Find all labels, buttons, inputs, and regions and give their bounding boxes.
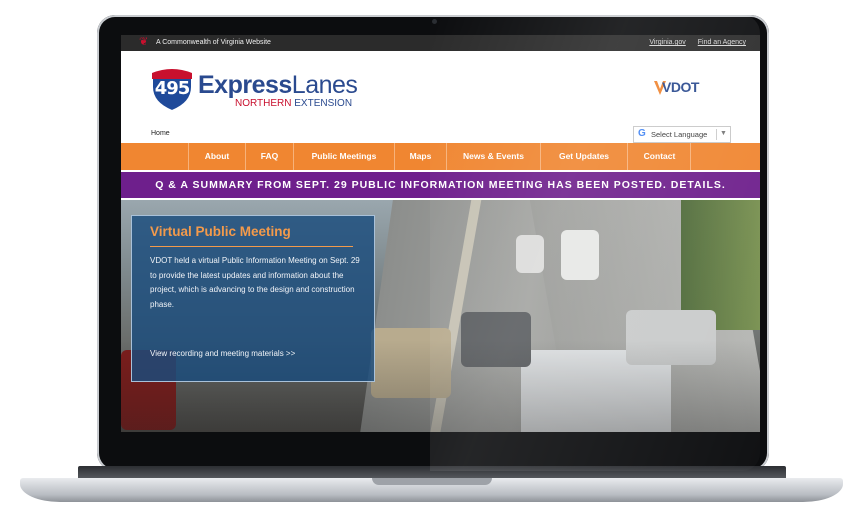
dropdown-arrow-icon: ▼ — [720, 130, 727, 137]
shield-number: 495 — [154, 78, 191, 99]
language-select[interactable]: G Select Language ▼ — [633, 126, 731, 143]
title-divider — [150, 246, 353, 247]
meeting-title[interactable]: Virtual Public Meeting — [150, 224, 291, 239]
commonwealth-bar: ❦ A Commonwealth of Virginia Website Vir… — [121, 35, 760, 51]
meeting-info-box: Virtual Public Meeting VDOT held a virtu… — [131, 215, 375, 382]
google-icon: G — [638, 128, 646, 139]
nav-divider — [690, 143, 691, 170]
site-logo[interactable]: 495 ExpressLanes NORTHERN EXTENSION — [148, 65, 358, 113]
truck-image — [516, 235, 544, 273]
virginia-gov-link[interactable]: Virginia.gov — [649, 39, 685, 46]
announcement-banner[interactable]: Q & A SUMMARY FROM SEPT. 29 PUBLIC INFOR… — [121, 172, 760, 198]
commonwealth-text: A Commonwealth of Virginia Website — [156, 39, 271, 46]
breadcrumb-home[interactable]: Home — [151, 130, 170, 137]
find-agency-link[interactable]: Find an Agency — [698, 39, 746, 46]
meeting-materials-link[interactable]: View recording and meeting materials >> — [150, 349, 295, 358]
virginia-cardinal-icon: ❦ — [139, 36, 149, 48]
language-divider — [716, 129, 717, 140]
nav-faq[interactable]: FAQ — [245, 143, 293, 170]
gov-links: Virginia.gov Find an Agency — [639, 39, 746, 46]
vdot-text: VDOT — [662, 79, 699, 95]
brand-subtitle: NORTHERN EXTENSION — [235, 98, 353, 109]
laptop-notch — [372, 478, 492, 485]
website-screen: ❦ A Commonwealth of Virginia Website Vir… — [121, 35, 760, 432]
truck-image — [561, 230, 599, 280]
brand-name: ExpressLanes — [198, 71, 358, 99]
nav-maps[interactable]: Maps — [394, 143, 446, 170]
nav-about[interactable]: About — [188, 143, 245, 170]
nav-public-meetings[interactable]: Public Meetings — [293, 143, 394, 170]
language-label: Select Language — [651, 130, 708, 139]
nav-contact[interactable]: Contact — [627, 143, 691, 170]
main-nav: About FAQ Public Meetings Maps News & Ev… — [121, 143, 760, 170]
meeting-description: VDOT held a virtual Public Information M… — [150, 256, 360, 310]
nav-get-updates[interactable]: Get Updates — [540, 143, 627, 170]
camera-dot — [432, 19, 437, 24]
nav-news-events[interactable]: News & Events — [446, 143, 540, 170]
vdot-logo[interactable]: VDOT — [654, 77, 712, 99]
